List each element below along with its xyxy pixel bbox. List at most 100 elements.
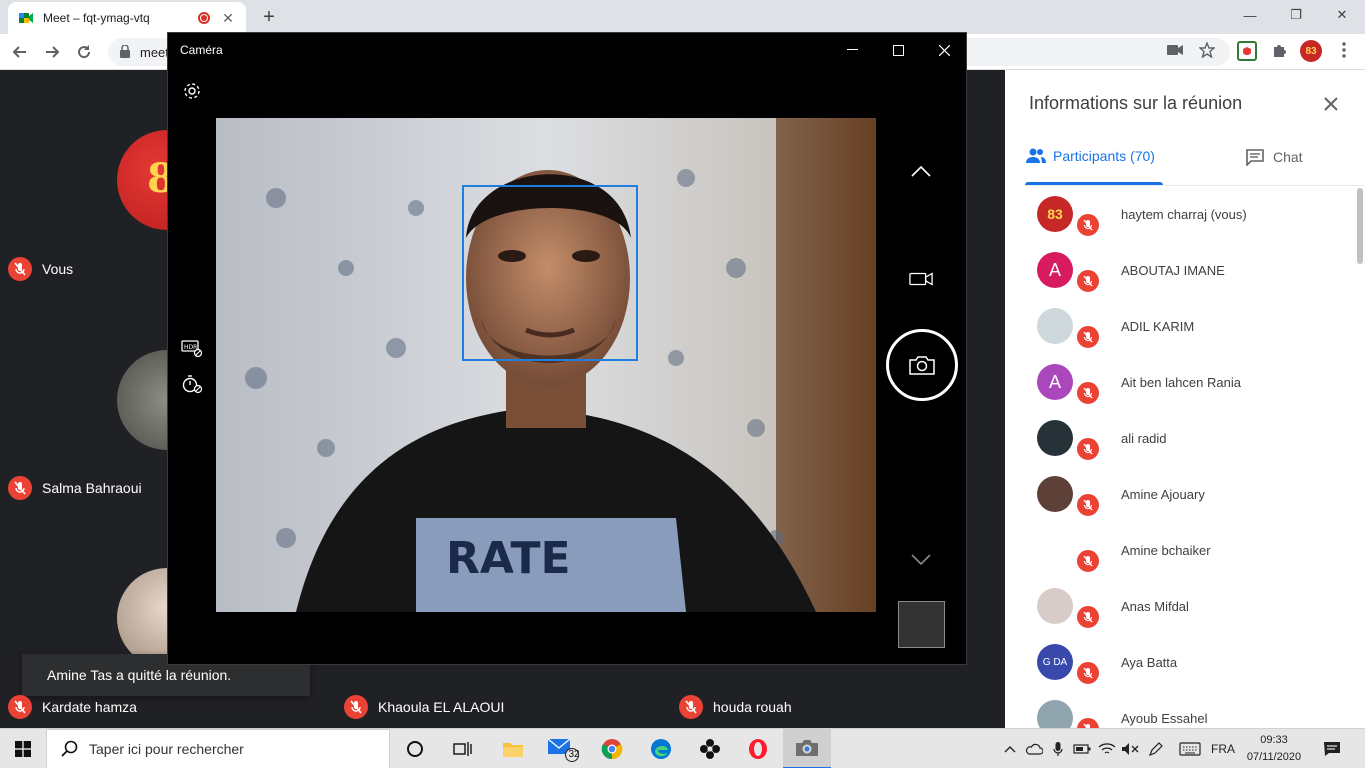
participant-name: Ait ben lahcen Rania (1121, 375, 1241, 390)
video-mode-button[interactable] (909, 267, 933, 291)
scroll-down-button[interactable] (909, 548, 933, 572)
participant-row[interactable]: Ayoub Essahel (1005, 690, 1355, 728)
chevron-up-icon (911, 165, 931, 177)
back-button[interactable] (8, 40, 32, 64)
participant-row[interactable]: ADIL KARIM (1005, 298, 1355, 354)
camera-minimize-button[interactable] (829, 39, 875, 61)
start-button[interactable] (0, 729, 46, 768)
file-explorer-app[interactable] (489, 729, 537, 768)
participant-avatar (1037, 420, 1073, 456)
taskbar-clock[interactable]: 09:33 07/11/2020 (1242, 732, 1306, 766)
participant-row[interactable]: A ABOUTAJ IMANE (1005, 242, 1355, 298)
windows-taskbar: Taper ici pour rechercher 32 FRA 09:33 0… (0, 728, 1365, 768)
show-hidden-icons-button[interactable] (999, 729, 1021, 768)
action-center-button[interactable] (1318, 729, 1346, 768)
participant-row[interactable]: Amine Ajouary (1005, 466, 1355, 522)
new-tab-button[interactable]: + (258, 6, 280, 29)
browser-restore-button[interactable]: ❐ (1273, 0, 1319, 30)
browser-menu-icon[interactable] (1334, 40, 1354, 60)
camera-app-taskbar[interactable] (783, 729, 831, 768)
edge-app[interactable] (637, 729, 685, 768)
participant-avatar (1037, 476, 1073, 512)
lock-icon (120, 45, 130, 58)
maximize-icon (892, 44, 904, 56)
participant-row[interactable]: ali radid (1005, 410, 1355, 466)
take-photo-button[interactable] (886, 329, 958, 401)
last-capture-thumbnail[interactable] (898, 601, 945, 648)
photo-camera-icon (909, 356, 935, 375)
reload-button[interactable] (72, 40, 96, 64)
browser-minimize-button[interactable]: — (1227, 0, 1273, 30)
participant-row[interactable]: G DA Aya Batta (1005, 634, 1355, 690)
browser-window-controls: — ❐ ✕ (1227, 0, 1365, 30)
address-text: meet (140, 45, 169, 60)
participant-name: Amine Ajouary (1121, 487, 1205, 502)
mic-off-icon (1075, 268, 1101, 294)
tab-close-button[interactable]: ✕ (220, 10, 236, 27)
cortana-button[interactable] (391, 729, 439, 768)
wifi-icon[interactable] (1096, 729, 1118, 768)
onedrive-tray-icon[interactable] (1023, 729, 1045, 768)
camera-app-window: Caméra HDR RATE (167, 32, 967, 665)
participant-row[interactable]: 83 haytem charraj (vous) (1005, 186, 1355, 242)
participant-avatar (1037, 588, 1073, 624)
browser-close-button[interactable]: ✕ (1319, 0, 1365, 30)
participant-row[interactable]: Anas Mifdal (1005, 578, 1355, 634)
browser-tab-meet[interactable]: Meet – fqt-ymag-vtq ✕ (8, 2, 246, 34)
chrome-app[interactable] (588, 729, 636, 768)
panel-scrollbar[interactable] (1357, 188, 1363, 264)
tab-participants[interactable]: Participants (70) (1025, 148, 1155, 164)
profile-avatar[interactable]: 83 (1300, 40, 1322, 62)
meet-favicon-icon (19, 13, 33, 23)
extensions-puzzle-icon[interactable] (1269, 41, 1289, 61)
arrow-left-icon (12, 46, 26, 58)
mail-unread-badge: 32 (568, 749, 580, 760)
participant-avatar: G DA (1037, 644, 1073, 680)
participant-name: Ayoub Essahel (1121, 711, 1208, 726)
extension-shield-icon[interactable] (1237, 41, 1257, 61)
recording-icon (198, 12, 210, 24)
search-icon (61, 740, 78, 757)
app-flower[interactable] (686, 729, 734, 768)
tab-chat[interactable]: Chat (1245, 148, 1303, 166)
tile-name-label: Vous (42, 261, 74, 277)
participant-name: ali radid (1121, 431, 1167, 446)
panel-close-button[interactable] (1323, 92, 1339, 118)
pen-tray-icon[interactable] (1145, 729, 1167, 768)
tab-participants-label: Participants (70) (1053, 148, 1155, 164)
task-view-button[interactable] (439, 729, 487, 768)
participant-row[interactable]: Amine bchaiker (1005, 522, 1355, 578)
scroll-up-button[interactable] (909, 159, 933, 183)
volume-muted-icon[interactable] (1119, 729, 1141, 768)
mail-app[interactable]: 32 (540, 729, 588, 768)
participant-row[interactable]: A Ait ben lahcen Rania (1005, 354, 1355, 410)
hdr-off-button[interactable]: HDR (180, 336, 204, 360)
forward-button[interactable] (40, 40, 64, 64)
task-view-icon (453, 742, 472, 756)
battery-icon[interactable] (1071, 729, 1093, 768)
camera-preview: RATE (216, 118, 876, 612)
participant-name: Aya Batta (1121, 655, 1178, 670)
participant-name: Amine bchaiker (1121, 543, 1211, 558)
bookmark-star-icon[interactable] (1197, 40, 1217, 60)
input-language-indicator[interactable]: FRA (1208, 729, 1238, 768)
participant-avatar: 83 (1037, 196, 1073, 232)
tile-name-label: Khaoula EL ALAOUI (378, 699, 505, 715)
clock-date: 07/11/2020 (1246, 751, 1302, 763)
camera-maximize-button[interactable] (875, 39, 921, 61)
camera-settings-button[interactable] (180, 79, 204, 103)
taskbar-search-box[interactable]: Taper ici pour rechercher (46, 729, 390, 768)
touch-keyboard-icon[interactable] (1176, 729, 1204, 768)
tab-chat-label: Chat (1273, 149, 1303, 165)
clock-time: 09:33 (1260, 734, 1288, 746)
participant-avatar (1037, 532, 1073, 568)
camera-in-use-icon[interactable] (1165, 40, 1185, 60)
camera-window-title: Caméra (180, 43, 223, 57)
opera-app[interactable] (734, 729, 782, 768)
timer-off-button[interactable] (180, 372, 204, 396)
mic-off-icon (344, 695, 368, 719)
microphone-tray-icon[interactable] (1047, 729, 1069, 768)
browser-tabstrip: Meet – fqt-ymag-vtq ✕ + — ❐ ✕ (0, 0, 1365, 34)
chat-icon (1246, 149, 1264, 166)
camera-close-button[interactable] (921, 39, 967, 61)
